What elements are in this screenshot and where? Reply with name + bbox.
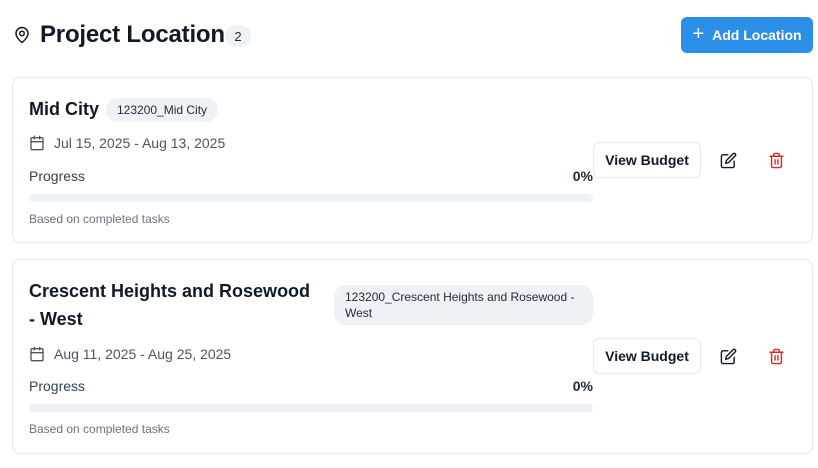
progress-note: Based on completed tasks <box>29 212 170 226</box>
edit-button[interactable] <box>714 342 742 370</box>
delete-button[interactable] <box>762 146 790 174</box>
calendar-icon <box>30 346 44 362</box>
calendar-icon <box>30 135 44 151</box>
plus-icon: + <box>692 23 705 45</box>
trash-icon <box>768 152 784 168</box>
edit-icon <box>720 348 736 364</box>
location-card: Crescent Heights and Rosewood - West 123… <box>12 259 813 454</box>
progress-note: Based on completed tasks <box>29 422 170 436</box>
date-range-row: Jul 15, 2025 - Aug 13, 2025 <box>29 135 225 151</box>
view-budget-button[interactable]: View Budget <box>593 338 701 374</box>
edit-icon <box>720 152 736 168</box>
page-header: Project Locations 2 + Add Location <box>0 0 818 70</box>
map-pin-icon <box>15 26 29 44</box>
location-tag: 123200_Mid City <box>106 98 219 122</box>
location-name: Crescent Heights and Rosewood - West <box>29 281 311 329</box>
page-title: Project Locations <box>40 21 238 48</box>
date-range-row: Aug 11, 2025 - Aug 25, 2025 <box>29 346 231 362</box>
progress-value: 0% <box>572 168 593 184</box>
date-range: Aug 11, 2025 - Aug 25, 2025 <box>54 346 232 362</box>
location-name: Mid City <box>29 99 99 119</box>
progress-bar <box>29 194 593 202</box>
progress-label: Progress <box>29 378 86 394</box>
edit-button[interactable] <box>714 146 742 174</box>
date-range: Jul 15, 2025 - Aug 13, 2025 <box>54 135 226 151</box>
progress-value: 0% <box>572 378 593 394</box>
location-card: Mid City 123200_Mid City Jul 15, 2025 - … <box>12 77 813 243</box>
add-location-button[interactable]: + Add Location <box>681 17 813 53</box>
view-budget-button[interactable]: View Budget <box>593 142 701 178</box>
delete-button[interactable] <box>762 342 790 370</box>
location-tag: 123200_Crescent Heights and Rosewood - W… <box>334 285 593 325</box>
trash-icon <box>768 348 784 364</box>
progress-label: Progress <box>29 168 86 184</box>
location-count-badge: 2 <box>225 25 251 47</box>
add-location-label: Add Location <box>712 27 802 43</box>
progress-bar <box>29 404 593 412</box>
